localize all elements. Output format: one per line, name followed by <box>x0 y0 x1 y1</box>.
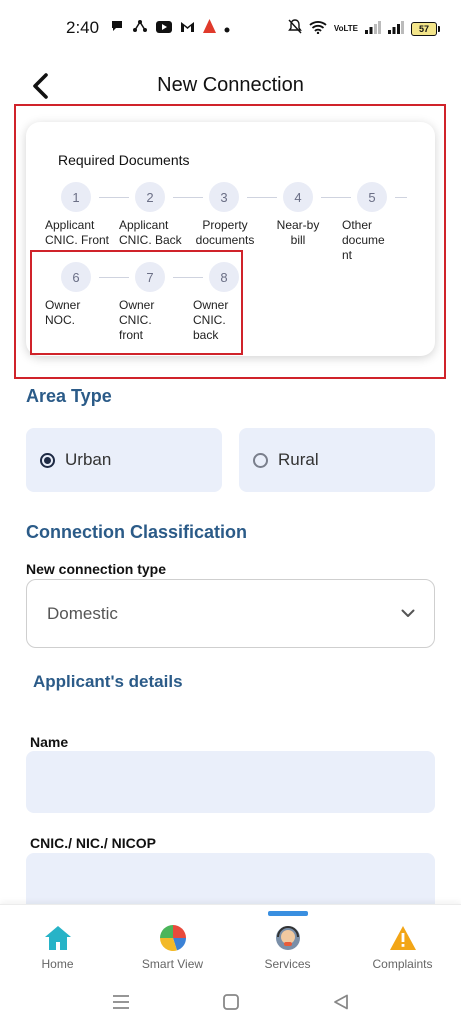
system-icons: VoLTE 57 <box>287 19 440 38</box>
gmail-icon <box>180 19 195 37</box>
signal-icon-1 <box>365 20 381 38</box>
nav-home-label: Home <box>41 957 74 971</box>
nav-complaints[interactable]: Complaints <box>345 905 460 983</box>
nav-smart-view-label: Smart View <box>141 957 204 971</box>
square-icon <box>223 994 239 1010</box>
radio-selected-icon <box>40 452 55 468</box>
name-input[interactable] <box>26 751 435 813</box>
support-agent-icon <box>273 923 303 953</box>
chat-icon <box>110 19 124 37</box>
volte-icon: VoLTE <box>333 23 358 33</box>
share-icon <box>132 19 148 37</box>
recent-apps-button[interactable] <box>106 988 136 1016</box>
notification-icons <box>110 19 230 37</box>
nav-services-label: Services <box>264 957 311 971</box>
status-time: 2:40 <box>66 18 100 37</box>
triangle-back-icon <box>334 994 348 1010</box>
wifi-icon <box>309 20 327 38</box>
connection-type-value: Domestic <box>47 603 118 623</box>
area-type-rural-option[interactable]: Rural <box>239 428 435 492</box>
active-tab-indicator <box>267 911 308 916</box>
warning-icon <box>388 923 418 953</box>
back-system-button[interactable] <box>326 988 356 1016</box>
signal-icon-2 <box>388 20 404 38</box>
nav-smart-view[interactable]: Smart View <box>115 905 230 983</box>
home-icon <box>43 923 73 953</box>
bottom-navigation: Home Smart View Services Complaints <box>0 904 461 982</box>
highlight-frame-owner-documents <box>30 250 243 355</box>
pie-chart-icon <box>158 923 188 953</box>
nav-services[interactable]: Services <box>230 905 345 983</box>
mute-bell-icon <box>287 19 302 38</box>
battery-icon: 57 <box>411 21 440 36</box>
app-icon <box>203 19 216 37</box>
page-title: New Connection <box>157 74 304 96</box>
nav-home[interactable]: Home <box>0 905 115 983</box>
area-type-urban-option[interactable]: Urban <box>26 428 222 492</box>
connection-type-label: New connection type <box>26 561 167 577</box>
name-label: Name <box>30 734 69 750</box>
home-system-button[interactable] <box>216 988 246 1016</box>
area-type-rural-label: Rural <box>278 450 319 469</box>
connection-type-select[interactable]: Domestic <box>26 579 435 648</box>
applicant-details-title: Applicant's details <box>33 672 183 691</box>
cnic-label: CNIC./ NIC./ NICOP <box>30 835 157 851</box>
radio-unselected-icon <box>253 452 268 468</box>
app-header: New Connection <box>0 64 461 108</box>
system-navigation-bar <box>0 982 461 1024</box>
menu-lines-icon <box>113 995 129 1009</box>
screen: 2:40 VoLTE 57 New Connection Required Do… <box>0 0 461 1024</box>
dot-icon <box>224 19 230 37</box>
chevron-down-icon <box>398 604 418 624</box>
area-type-title: Area Type <box>26 386 112 406</box>
status-bar: 2:40 VoLTE 57 <box>0 0 461 58</box>
connection-classification-title: Connection Classification <box>26 522 248 542</box>
youtube-icon <box>156 19 172 37</box>
nav-complaints-label: Complaints <box>372 957 433 971</box>
area-type-urban-label: Urban <box>65 450 112 469</box>
